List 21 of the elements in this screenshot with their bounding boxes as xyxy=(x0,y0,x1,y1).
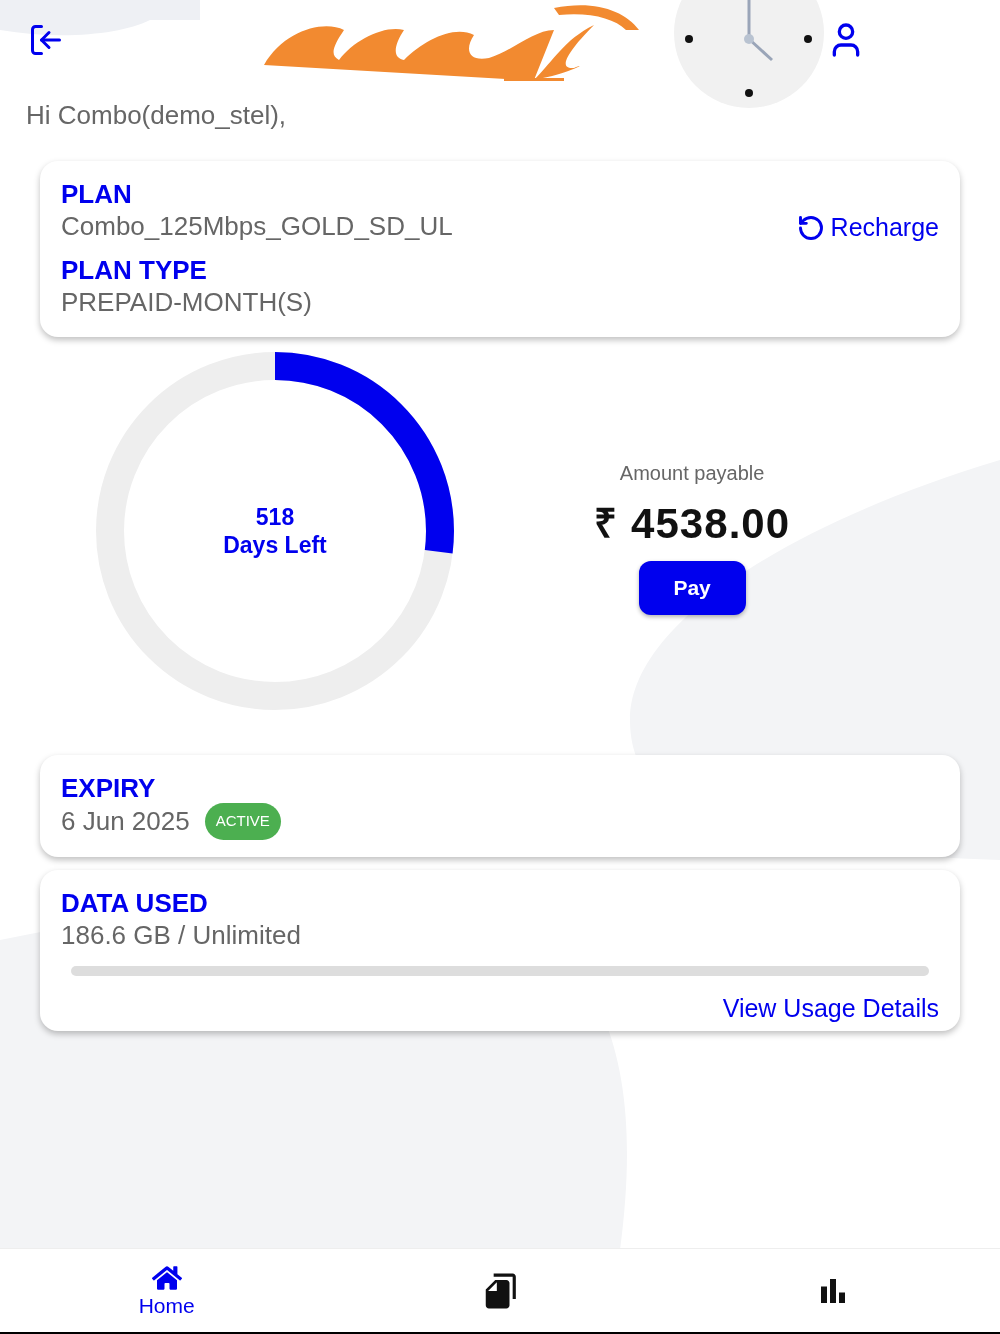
greeting-text: Hi Combo(demo_stel), xyxy=(26,99,288,132)
recharge-link[interactable]: Recharge xyxy=(796,209,939,247)
logout-button[interactable] xyxy=(28,22,64,58)
view-usage-link[interactable]: View Usage Details xyxy=(722,990,939,1028)
amount-value: 4538.00 xyxy=(631,498,791,549)
days-label: Days Left xyxy=(223,531,327,559)
status-badge: ACTIVE xyxy=(204,803,281,840)
refresh-icon xyxy=(796,213,825,242)
expiry-label: EXPIRY xyxy=(61,773,157,803)
plan-label: PLAN xyxy=(61,179,133,209)
data-used-label: DATA USED xyxy=(61,888,209,918)
amount-label: Amount payable xyxy=(619,460,765,486)
plan-type-value: PREPAID-MONTH(S) xyxy=(61,286,313,319)
expiry-date: 6 Jun 2025 xyxy=(61,805,190,839)
data-used-value: 186.6 GB / Unlimited xyxy=(61,919,302,952)
days-count: 518 xyxy=(255,503,295,531)
nav-tab[interactable]: Home xyxy=(0,1249,334,1332)
plan-type-label: PLAN TYPE xyxy=(61,255,208,285)
plan-name: Combo_125Mbps_GOLD_SD_UL xyxy=(61,210,454,243)
currency-symbol: ₹ xyxy=(594,500,617,547)
pay-button[interactable]: Pay xyxy=(638,560,746,615)
